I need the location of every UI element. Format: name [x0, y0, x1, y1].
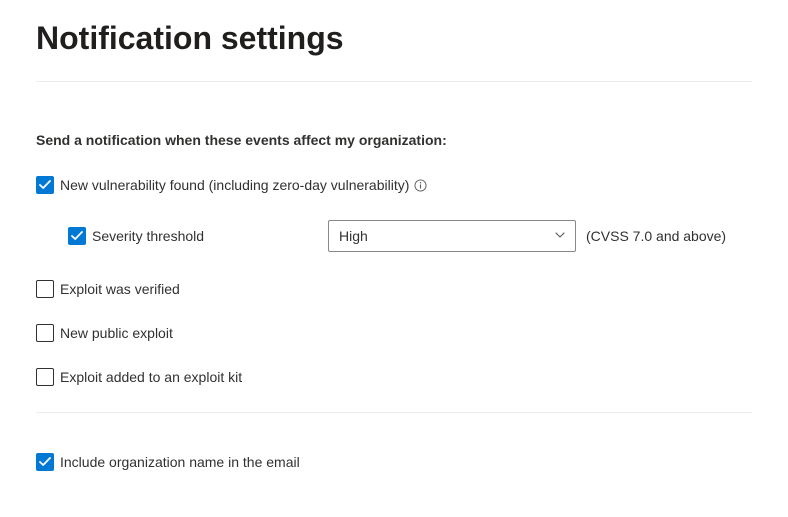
check-icon: [39, 456, 51, 468]
option-exploit-verified: Exploit was verified: [36, 280, 752, 298]
checkbox-exploit-kit[interactable]: [36, 368, 54, 386]
info-icon[interactable]: [413, 178, 427, 192]
severity-threshold-select[interactable]: High: [328, 220, 576, 252]
checkbox-exploit-verified[interactable]: [36, 280, 54, 298]
severity-threshold-hint: (CVSS 7.0 and above): [586, 228, 726, 244]
checkbox-new-public-exploit[interactable]: [36, 324, 54, 342]
page-title: Notification settings: [36, 20, 752, 57]
option-label-severity-threshold: Severity threshold: [92, 228, 204, 244]
option-label-exploit-verified: Exploit was verified: [60, 281, 180, 297]
checkbox-new-vulnerability[interactable]: [36, 176, 54, 194]
check-icon: [39, 179, 51, 191]
divider-top: [36, 81, 752, 82]
option-label-new-public-exploit: New public exploit: [60, 325, 173, 341]
option-new-vulnerability: New vulnerability found (including zero-…: [36, 176, 752, 194]
checkbox-severity-threshold[interactable]: [68, 227, 86, 245]
option-severity-threshold: Severity threshold High (CVSS 7.0 and ab…: [68, 220, 752, 252]
option-label-include-org-name: Include organization name in the email: [60, 454, 300, 470]
section-label: Send a notification when these events af…: [36, 132, 752, 148]
option-new-public-exploit: New public exploit: [36, 324, 752, 342]
severity-threshold-value: High: [339, 228, 368, 244]
option-label-exploit-kit: Exploit added to an exploit kit: [60, 369, 242, 385]
option-exploit-kit: Exploit added to an exploit kit: [36, 368, 752, 386]
checkbox-include-org-name[interactable]: [36, 453, 54, 471]
option-include-org-name: Include organization name in the email: [36, 453, 752, 471]
divider-bottom: [36, 412, 752, 413]
check-icon: [71, 230, 83, 242]
option-label-new-vulnerability: New vulnerability found (including zero-…: [60, 177, 409, 193]
